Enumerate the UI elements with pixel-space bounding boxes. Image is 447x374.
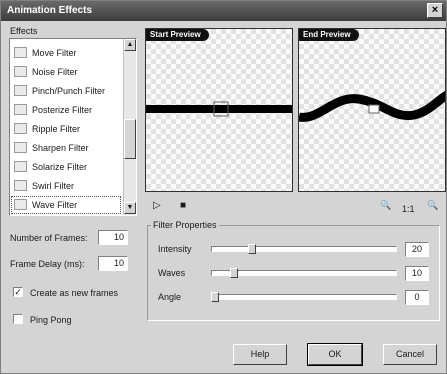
effects-scrollbar[interactable]: ▲ ▼	[123, 39, 136, 215]
list-item-label: Swirl Filter	[32, 181, 74, 191]
scroll-up-button[interactable]: ▲	[124, 39, 136, 51]
filter-icon	[14, 66, 27, 77]
zoom-out-icon: 🔍	[427, 200, 439, 210]
property-value-input[interactable]: 0	[405, 290, 429, 305]
list-item-label: Sharpen Filter	[32, 143, 89, 153]
list-item[interactable]: Solarize Filter	[10, 157, 122, 177]
list-item[interactable]: Wave Filter	[10, 195, 122, 215]
slider-thumb[interactable]	[229, 268, 238, 278]
zoom-in-button[interactable]: 🔍	[380, 200, 391, 211]
property-value-input[interactable]: 10	[405, 266, 429, 281]
slider-thumb[interactable]	[248, 244, 257, 254]
close-icon: ×	[431, 4, 439, 16]
number-of-frames-input[interactable]: 10	[98, 230, 128, 245]
list-item[interactable]: Swirl Filter	[10, 176, 122, 196]
create-new-frames-checkbox[interactable]: ✓	[13, 287, 23, 297]
checkmark-icon: ✓	[14, 287, 22, 297]
property-value-input[interactable]: 20	[405, 242, 429, 257]
ok-button[interactable]: OK	[307, 343, 363, 366]
filter-icon	[14, 142, 27, 153]
property-slider[interactable]	[211, 270, 397, 276]
zoom-level: 1:1	[402, 204, 415, 214]
filter-icon	[14, 123, 27, 134]
effects-label: Effects	[10, 26, 38, 36]
stop-button[interactable]: ■	[180, 200, 186, 211]
scroll-down-button[interactable]: ▼	[124, 202, 136, 214]
slider-thumb[interactable]	[211, 292, 219, 302]
list-item[interactable]: Posterize Filter	[10, 100, 122, 120]
property-label: Angle	[158, 292, 182, 302]
cancel-button[interactable]: Cancel	[383, 344, 437, 365]
title-bar[interactable]: Animation Effects ×	[1, 1, 446, 21]
end-preview: End Preview	[298, 28, 446, 192]
list-item-label: Posterize Filter	[32, 105, 93, 115]
filter-icon	[14, 199, 27, 210]
filter-icon	[14, 104, 27, 115]
list-item[interactable]: Pinch/Punch Filter	[10, 81, 122, 101]
list-item-label: Move Filter	[32, 48, 77, 58]
list-item-label: Pinch/Punch Filter	[32, 86, 106, 96]
stop-icon: ■	[180, 200, 187, 211]
start-preview-image	[146, 101, 292, 117]
list-item[interactable]: Ripple Filter	[10, 119, 122, 139]
filter-icon	[14, 47, 27, 58]
animation-effects-dialog: Animation Effects × Effects Move Filter N…	[0, 0, 447, 374]
play-button[interactable]: ▷	[153, 200, 161, 211]
ping-pong-checkbox[interactable]	[13, 314, 23, 324]
play-icon: ▷	[153, 200, 161, 211]
chevron-up-icon: ▲	[126, 41, 134, 48]
end-preview-image	[299, 90, 445, 122]
list-item-label: Solarize Filter	[32, 162, 88, 172]
frame-delay-label: Frame Delay (ms):	[10, 259, 85, 269]
end-preview-label: End Preview	[299, 29, 359, 41]
list-item[interactable]: Sharpen Filter	[10, 138, 122, 158]
start-preview: Start Preview	[145, 28, 293, 192]
frame-delay-input[interactable]: 10	[98, 256, 128, 271]
effects-listbox[interactable]: Move Filter Noise Filter Pinch/Punch Filte…	[9, 38, 137, 216]
property-slider[interactable]	[211, 294, 397, 300]
start-preview-label: Start Preview	[146, 29, 209, 41]
zoom-in-icon: 🔍	[380, 200, 392, 210]
list-item[interactable]: Move Filter	[10, 43, 122, 63]
zoom-out-button[interactable]: 🔍	[427, 200, 438, 211]
close-button[interactable]: ×	[427, 3, 443, 18]
chevron-down-icon: ▼	[126, 204, 134, 211]
list-item-label: Wave Filter	[32, 200, 78, 210]
filter-icon	[14, 161, 27, 172]
property-label: Intensity	[158, 244, 192, 254]
filter-icon	[14, 85, 27, 96]
list-item[interactable]: Noise Filter	[10, 62, 122, 82]
help-button[interactable]: Help	[233, 344, 287, 365]
property-label: Waves	[158, 268, 186, 278]
create-new-frames-label: Create as new frames	[30, 288, 119, 298]
ping-pong-label: Ping Pong	[30, 315, 72, 325]
property-slider[interactable]	[211, 246, 397, 252]
list-item-label: Ripple Filter	[32, 124, 81, 134]
list-item-label: Noise Filter	[32, 67, 78, 77]
scroll-thumb[interactable]	[124, 119, 136, 159]
window-title: Animation Effects	[7, 5, 93, 16]
filter-icon	[14, 180, 27, 191]
number-of-frames-label: Number of Frames:	[10, 233, 88, 243]
filter-properties-label: Filter Properties	[151, 220, 219, 230]
